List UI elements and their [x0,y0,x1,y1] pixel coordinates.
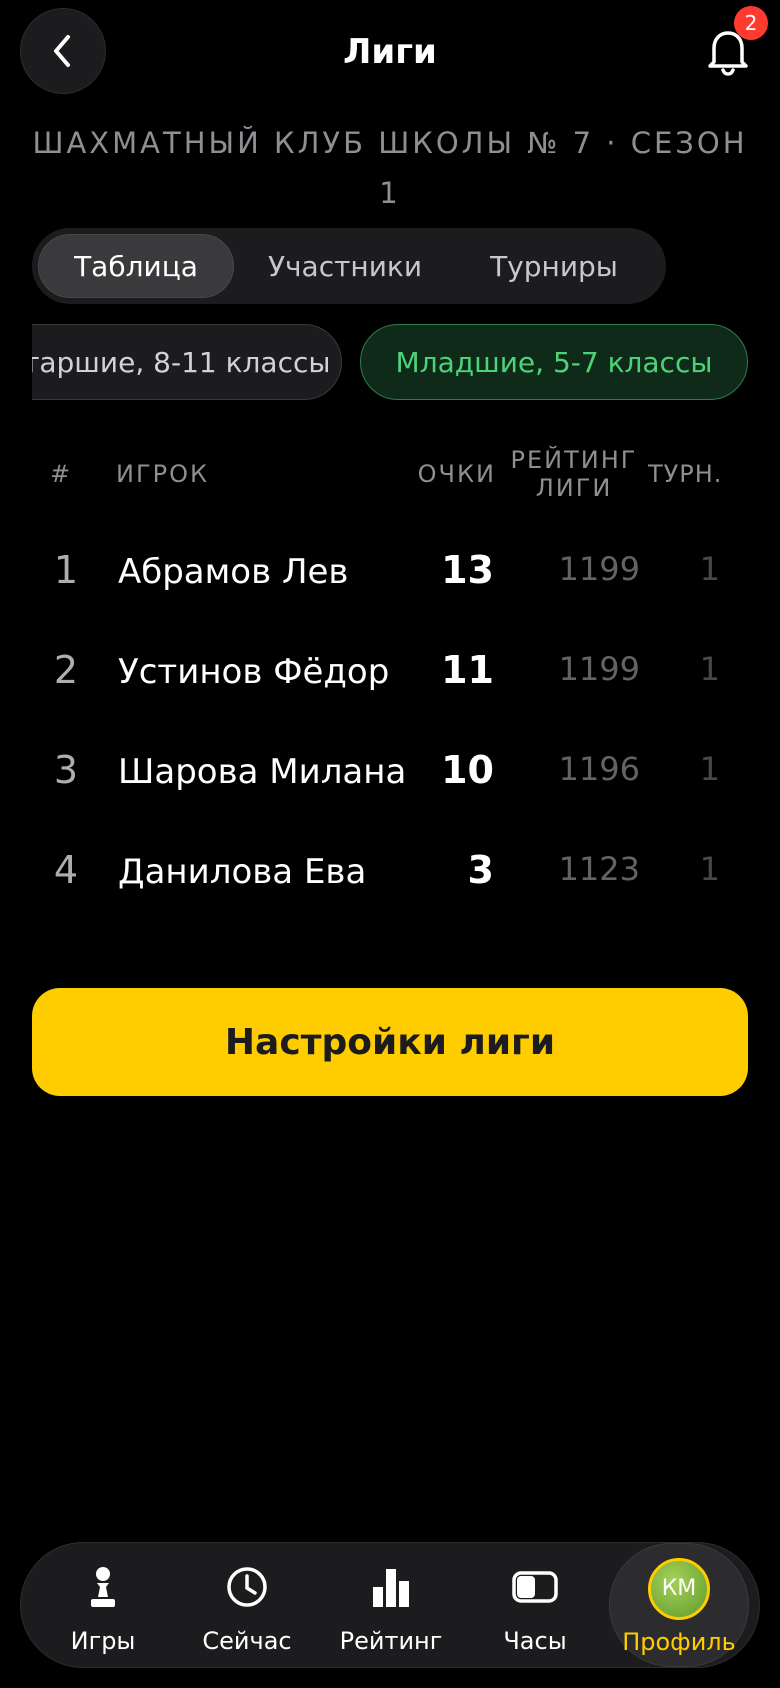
row-rating: 1123 [558,850,640,888]
filter-junior[interactable]: Младшие, 5-7 классы [360,324,748,400]
table-row[interactable]: 2 Устинов Фёдор 11 1199 1 [0,648,780,706]
row-player-name: Абрамов Лев [118,552,349,592]
row-tournaments: 1 [699,850,720,888]
nav-games-label: Игры [70,1627,136,1655]
table-row[interactable]: 1 Абрамов Лев 13 1199 1 [0,548,780,606]
column-header-player: ИГРОК [116,460,209,488]
nav-clock-label: Часы [503,1627,567,1655]
row-tournaments: 1 [699,750,720,788]
row-rank: 1 [53,548,79,592]
avatar: КМ [648,1558,710,1620]
nav-now-label: Сейчас [202,1627,292,1655]
table-row[interactable]: 3 Шарова Милана 10 1196 1 [0,748,780,806]
row-points: 10 [441,748,494,792]
nav-profile-label: Профиль [622,1628,736,1656]
row-points: 11 [441,648,494,692]
filter-senior[interactable]: Старшие, 8-11 классы [32,324,342,400]
row-rating: 1199 [558,650,640,688]
row-points: 3 [467,848,494,892]
nav-games[interactable]: Игры [33,1543,173,1667]
row-rank: 3 [53,748,79,792]
row-points: 13 [441,548,494,592]
nav-now[interactable]: Сейчас [177,1543,317,1667]
notification-badge: 2 [734,6,768,40]
column-header-points: ОЧКИ [417,460,496,488]
row-rating: 1196 [558,750,640,788]
tab-table[interactable]: Таблица [38,234,234,298]
group-filters: Старшие, 8-11 классы Младшие, 5-7 классы [32,322,750,406]
row-rank: 4 [53,848,79,892]
league-subtitle: ШАХМАТНЫЙ КЛУБ ШКОЛЫ № 7 · СЕЗОН 1 [32,126,748,210]
bottom-nav: Игры Сейчас Рейтинг Часы КМ Профиль [20,1542,760,1668]
pawn-icon [91,1567,115,1607]
nav-rating[interactable]: Рейтинг [321,1543,461,1667]
nav-rating-label: Рейтинг [339,1627,443,1655]
nav-profile[interactable]: КМ Профиль [609,1543,749,1667]
tab-tournaments[interactable]: Турниры [452,234,656,298]
row-rating: 1199 [558,550,640,588]
table-row[interactable]: 4 Данилова Ева 3 1123 1 [0,848,780,906]
bar-chart-icon [373,1569,409,1607]
chess-clock-icon [512,1571,558,1603]
column-header-tournaments: ТУРН. [648,460,723,488]
column-header-rating-line1: РЕЙТИНГ [510,446,638,474]
row-tournaments: 1 [699,550,720,588]
column-header-rank: # [50,460,73,488]
column-header-rating: РЕЙТИНГ ЛИГИ [506,446,642,502]
row-player-name: Устинов Фёдор [118,652,390,692]
tab-participants[interactable]: Участники [242,234,448,298]
row-rank: 2 [53,648,79,692]
column-header-rating-line2: ЛИГИ [535,474,613,502]
row-tournaments: 1 [699,650,720,688]
row-player-name: Данилова Ева [118,852,367,892]
league-settings-button[interactable]: Настройки лиги [32,988,748,1096]
row-player-name: Шарова Милана [118,752,407,792]
clock-icon [227,1567,267,1607]
tabs-bar: Таблица Участники Турниры [32,228,666,304]
nav-clock[interactable]: Часы [465,1543,605,1667]
page-title: Лиги [343,32,437,72]
